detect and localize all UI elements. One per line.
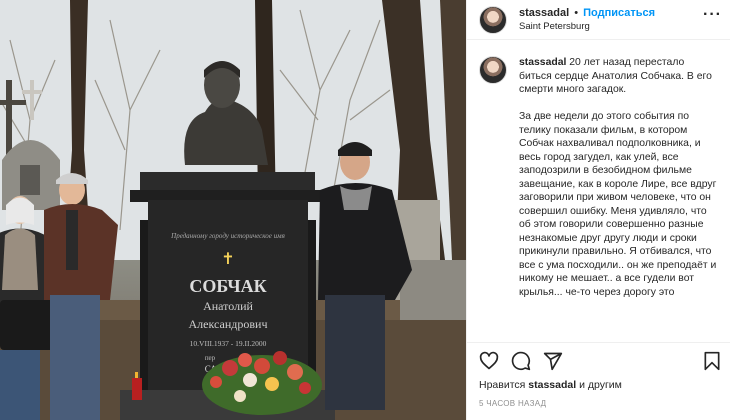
avatar[interactable]	[479, 5, 507, 34]
post-timestamp[interactable]: 5 ЧАСОВ НАЗАД	[479, 399, 546, 408]
monument-extra-1: пер	[205, 354, 216, 362]
bookmark-icon[interactable]	[703, 351, 721, 371]
likes-suffix[interactable]: и другим	[579, 379, 622, 391]
monument-first-name: Анатолий	[203, 299, 253, 313]
post-header: stassadal • Подписаться Saint Petersburg…	[467, 0, 730, 40]
caption-username[interactable]: stassadal	[519, 57, 566, 68]
monument-patronymic: Александрович	[189, 317, 268, 331]
share-icon[interactable]	[543, 351, 563, 371]
header-dot: •	[574, 6, 579, 19]
likes-prefix: Нравится	[479, 379, 526, 391]
svg-text:✝: ✝	[221, 251, 234, 268]
caption-avatar[interactable]	[479, 56, 507, 84]
photo-illustration: Преданному городу историческое имя ✝ СОБ…	[0, 0, 466, 420]
header-username[interactable]: stassadal	[519, 7, 569, 19]
monument-dedication: Преданному городу историческое имя	[170, 232, 285, 240]
location-link[interactable]: Saint Petersburg	[519, 20, 655, 34]
post-actions: Нравится stassadal и другим 5 ЧАСОВ НАЗА…	[467, 342, 730, 420]
more-options-icon[interactable]: ···	[703, 6, 722, 24]
caption-text: stassadal 20 лет назад перестало биться …	[519, 56, 719, 342]
heart-icon[interactable]	[479, 351, 499, 371]
likes-summary[interactable]: Нравится stassadal и другим	[479, 379, 622, 391]
comment-icon[interactable]	[511, 351, 531, 371]
monument-dates: 10.VIII.1937 - 19.II.2000	[190, 339, 267, 348]
follow-button[interactable]: Подписаться	[583, 7, 655, 19]
post-side-panel: stassadal • Подписаться Saint Petersburg…	[466, 0, 730, 420]
monument-name: СОБЧАК	[189, 276, 266, 296]
post-photo[interactable]: Преданному городу историческое имя ✝ СОБ…	[0, 0, 466, 420]
caption-paragraph-2: За две недели до этого события по телику…	[519, 111, 717, 298]
caption-comment: stassadal 20 лет назад перестало биться …	[467, 48, 730, 342]
likes-user[interactable]: stassadal	[528, 379, 576, 391]
